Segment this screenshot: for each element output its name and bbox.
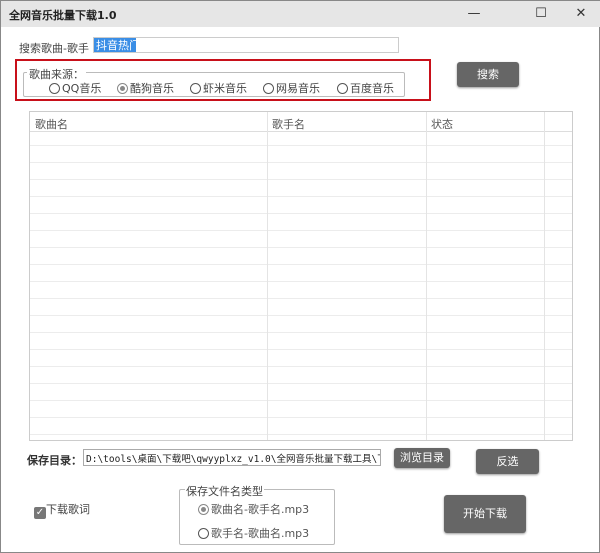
maximize-button[interactable]: ☐: [526, 4, 556, 24]
option-label: 网易音乐: [276, 82, 320, 95]
radio-checked-icon: [117, 83, 128, 94]
radio-icon: [263, 83, 274, 94]
song-table[interactable]: 歌曲名 歌手名 状态: [29, 111, 573, 441]
option-label: 虾米音乐: [203, 82, 247, 95]
column-song[interactable]: 歌曲名: [35, 116, 68, 132]
radio-checked-icon: [198, 504, 209, 515]
source-netease[interactable]: 网易音乐: [263, 80, 320, 96]
lyrics-label: 下载歌词: [46, 503, 90, 516]
close-button[interactable]: ✕: [566, 4, 596, 24]
radio-icon: [190, 83, 201, 94]
search-input[interactable]: [93, 37, 399, 53]
column-status[interactable]: 状态: [431, 116, 453, 132]
save-dir-label: 保存目录：: [27, 454, 82, 467]
browse-button[interactable]: 浏览目录: [394, 448, 450, 468]
filename-legend: 保存文件名类型: [185, 483, 264, 499]
save-dir-input[interactable]: [83, 449, 381, 466]
start-download-button[interactable]: 开始下载: [444, 495, 526, 533]
source-kugou[interactable]: 酷狗音乐: [117, 80, 174, 96]
column-singer[interactable]: 歌手名: [272, 116, 305, 132]
source-xiami[interactable]: 虾米音乐: [190, 80, 247, 96]
search-label: 搜索歌曲-歌手: [19, 42, 89, 55]
download-lyrics-checkbox[interactable]: ✓ 下载歌词: [34, 501, 90, 519]
source-qq[interactable]: QQ音乐: [49, 80, 101, 96]
option-label: QQ音乐: [62, 82, 102, 95]
window-title: 全网音乐批量下载1.0: [9, 9, 117, 22]
invert-selection-button[interactable]: 反选: [476, 449, 539, 474]
option-label: 歌曲名-歌手名.mp3: [211, 503, 310, 516]
radio-icon: [198, 528, 209, 539]
checkbox-checked-icon: ✓: [34, 507, 46, 519]
radio-icon: [337, 83, 348, 94]
option-label: 歌手名-歌曲名.mp3: [211, 527, 310, 540]
filename-singer-song[interactable]: 歌手名-歌曲名.mp3: [198, 525, 309, 541]
radio-icon: [49, 83, 60, 94]
search-button[interactable]: 搜索: [457, 62, 519, 87]
source-baidu[interactable]: 百度音乐: [337, 80, 394, 96]
filename-song-singer[interactable]: 歌曲名-歌手名.mp3: [198, 501, 309, 517]
option-label: 酷狗音乐: [130, 82, 174, 95]
option-label: 百度音乐: [350, 82, 394, 95]
minimize-button[interactable]: —: [459, 4, 489, 24]
